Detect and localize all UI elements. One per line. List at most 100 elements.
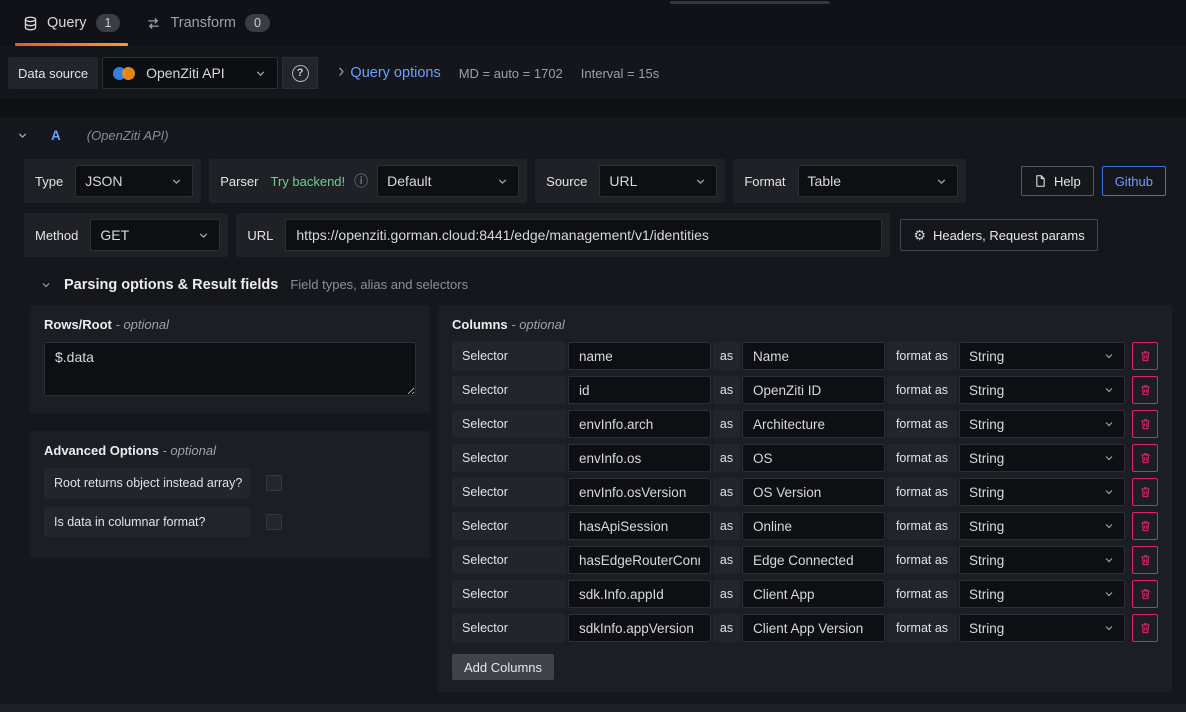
as-label: as [713, 512, 740, 540]
column-format-select[interactable]: String [959, 342, 1125, 370]
rows-root-box: Rows/Root - optional $.data [30, 305, 430, 413]
as-label: as [713, 546, 740, 574]
format-select[interactable]: Table [798, 165, 958, 197]
advanced-option-checkbox[interactable] [266, 514, 282, 530]
trash-icon [1139, 553, 1152, 567]
parsing-options-title: Parsing options & Result fields [64, 277, 278, 293]
help-button[interactable]: Help [1021, 166, 1094, 196]
selector-input[interactable] [568, 512, 711, 540]
trash-icon [1139, 587, 1152, 601]
as-label: as [713, 614, 740, 642]
query-row-header[interactable]: A (OpenZiti API) [0, 117, 1186, 153]
alias-input[interactable] [742, 376, 885, 404]
datasource-help-button[interactable]: ? [282, 57, 318, 89]
alias-input[interactable] [742, 342, 885, 370]
delete-column-button[interactable] [1132, 512, 1158, 540]
format-as-label: format as [887, 376, 957, 404]
rows-root-textarea[interactable]: $.data [44, 342, 416, 396]
column-format-value: String [969, 621, 1004, 636]
add-columns-button[interactable]: Add Columns [452, 654, 554, 680]
parsing-grid: Rows/Root - optional $.data Advanced Opt… [24, 305, 1166, 692]
advanced-option-checkbox[interactable] [266, 475, 282, 491]
advanced-option-label: Root returns object instead array? [44, 468, 250, 498]
alias-input[interactable] [742, 410, 885, 438]
trash-icon [1139, 417, 1152, 431]
selector-input[interactable] [568, 580, 711, 608]
source-select[interactable]: URL [599, 165, 717, 197]
parser-label: Parser [217, 174, 261, 189]
selector-input[interactable] [568, 342, 711, 370]
column-format-value: String [969, 451, 1004, 466]
try-backend-hint[interactable]: Try backend! [270, 174, 345, 189]
column-format-select[interactable]: String [959, 410, 1125, 438]
delete-column-button[interactable] [1132, 410, 1158, 438]
method-select[interactable]: GET [90, 219, 220, 251]
format-value: Table [808, 173, 841, 189]
datasource-picker[interactable]: OpenZiti API [102, 57, 278, 89]
selector-label: Selector [452, 614, 566, 642]
document-icon [1034, 174, 1047, 188]
tab-transform[interactable]: Transform 0 [133, 0, 282, 46]
chevron-down-icon [496, 175, 509, 188]
alias-input[interactable] [742, 546, 885, 574]
alias-input[interactable] [742, 580, 885, 608]
selector-input[interactable] [568, 444, 711, 472]
help-button-label: Help [1054, 174, 1081, 189]
alias-input[interactable] [742, 512, 885, 540]
selector-input[interactable] [568, 478, 711, 506]
query-datasource-hint: (OpenZiti API) [87, 128, 169, 143]
tab-query[interactable]: Query 1 [10, 0, 133, 46]
column-format-value: String [969, 519, 1004, 534]
selector-label: Selector [452, 478, 566, 506]
alias-input[interactable] [742, 444, 885, 472]
chevron-down-icon [1103, 588, 1115, 600]
github-button[interactable]: Github [1102, 166, 1166, 196]
selector-label: Selector [452, 342, 566, 370]
column-row: Selector as format as String [452, 444, 1158, 472]
as-label: as [713, 342, 740, 370]
delete-column-button[interactable] [1132, 546, 1158, 574]
delete-column-button[interactable] [1132, 580, 1158, 608]
column-format-select[interactable]: String [959, 546, 1125, 574]
column-row: Selector as format as String [452, 546, 1158, 574]
trash-icon [1139, 451, 1152, 465]
format-label: Format [741, 174, 788, 189]
chevron-down-icon [40, 279, 52, 291]
delete-column-button[interactable] [1132, 342, 1158, 370]
column-format-select[interactable]: String [959, 614, 1125, 642]
column-format-select[interactable]: String [959, 376, 1125, 404]
parser-select[interactable]: Default [377, 165, 519, 197]
alias-input[interactable] [742, 614, 885, 642]
advanced-options-optional: - optional [162, 443, 215, 458]
column-format-select[interactable]: String [959, 444, 1125, 472]
delete-column-button[interactable] [1132, 614, 1158, 642]
gear-icon: ⚙ [913, 227, 926, 244]
chevron-down-icon [170, 175, 183, 188]
column-format-value: String [969, 349, 1004, 364]
column-format-select[interactable]: String [959, 512, 1125, 540]
url-input[interactable] [285, 219, 882, 251]
headers-request-params-button[interactable]: ⚙ Headers, Request params [900, 219, 1097, 251]
alias-input[interactable] [742, 478, 885, 506]
delete-column-button[interactable] [1132, 376, 1158, 404]
type-select[interactable]: JSON [75, 165, 193, 197]
selector-input[interactable] [568, 546, 711, 574]
selector-input[interactable] [568, 614, 711, 642]
as-label: as [713, 478, 740, 506]
as-label: as [713, 410, 740, 438]
advanced-option-label: Is data in columnar format? [44, 507, 250, 537]
column-row: Selector as format as String [452, 410, 1158, 438]
delete-column-button[interactable] [1132, 444, 1158, 472]
pane-resize-handle[interactable] [670, 1, 830, 4]
query-options-link[interactable]: Query options [350, 65, 440, 81]
selector-label: Selector [452, 444, 566, 472]
selector-input[interactable] [568, 410, 711, 438]
parsing-options-header[interactable]: Parsing options & Result fields Field ty… [24, 267, 1166, 305]
transform-icon [146, 16, 161, 31]
column-format-select[interactable]: String [959, 478, 1125, 506]
info-circle-icon: ⓘ [354, 171, 368, 191]
selector-input[interactable] [568, 376, 711, 404]
chevron-down-icon [1103, 622, 1115, 634]
delete-column-button[interactable] [1132, 478, 1158, 506]
column-format-select[interactable]: String [959, 580, 1125, 608]
